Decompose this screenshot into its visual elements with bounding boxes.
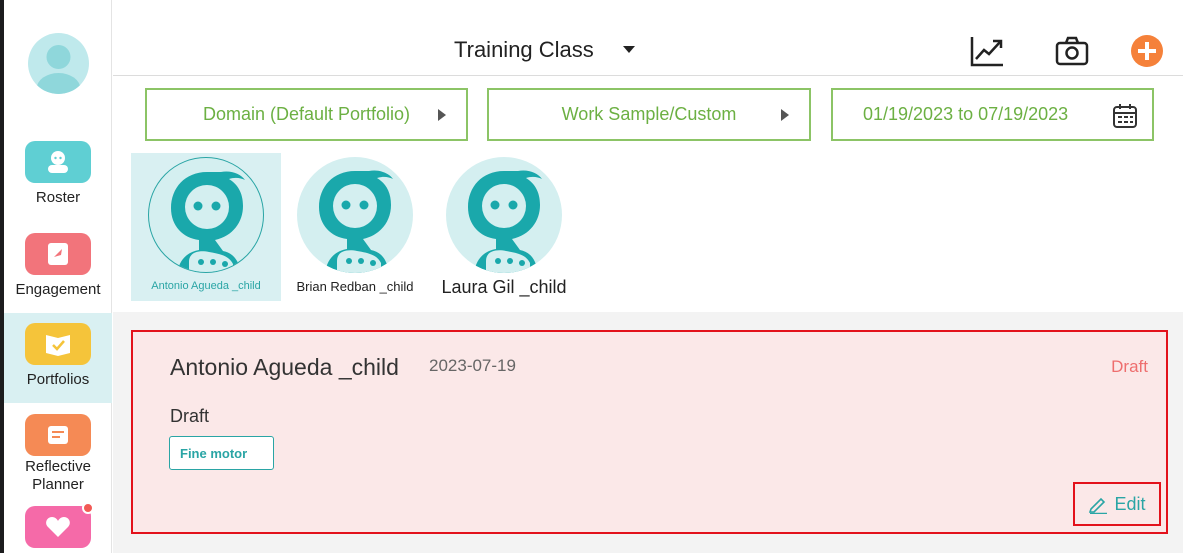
child-name: Antonio Agueda _child — [151, 280, 261, 292]
user-avatar[interactable] — [28, 33, 89, 94]
portfolios-icon — [25, 323, 91, 365]
chart-icon[interactable] — [969, 33, 1005, 69]
child-card-antonio[interactable]: Antonio Agueda _child — [131, 153, 281, 301]
child-card-laura[interactable]: Laura Gil _child — [429, 153, 579, 301]
top-bar: Training Class — [113, 0, 1183, 76]
child-card-brian[interactable]: Brian Redban _child — [280, 153, 430, 301]
child-avatar-icon — [297, 157, 413, 273]
avatar-icon — [36, 45, 81, 94]
child-name: Laura Gil _child — [441, 277, 567, 297]
type-filter[interactable]: Work Sample/Custom — [487, 88, 811, 141]
sidebar-item-label: Roster — [35, 189, 81, 206]
engagement-icon — [25, 233, 91, 275]
planner-icon — [25, 414, 91, 456]
chevron-right-icon — [781, 109, 789, 121]
edit-label: Edit — [1114, 493, 1146, 514]
class-title[interactable]: Training Class — [454, 37, 594, 63]
edit-button[interactable]: Edit — [1073, 482, 1161, 526]
sidebar: Roster Engagement Portfolios Reflective … — [4, 0, 112, 553]
calendar-icon — [1113, 104, 1137, 128]
sidebar-item-portfolios[interactable]: Portfolios — [4, 313, 112, 403]
child-name: Brian Redban _child — [296, 279, 414, 294]
camera-icon[interactable] — [1054, 33, 1090, 69]
date-range-filter[interactable]: 01/19/2023 to 07/19/2023 — [831, 88, 1154, 141]
date-range-label: 01/19/2023 to 07/19/2023 — [863, 104, 1069, 124]
domain-tag: Fine motor — [169, 436, 274, 470]
entry-date: 2023-07-19 — [429, 356, 516, 375]
pencil-icon — [1089, 497, 1108, 514]
sidebar-item-label: Engagement — [15, 281, 101, 298]
add-icon[interactable] — [1129, 33, 1165, 69]
sidebar-item-heart[interactable] — [4, 502, 112, 548]
sidebar-item-label: Portfolios — [26, 371, 90, 388]
domain-filter[interactable]: Domain (Default Portfolio) — [145, 88, 468, 141]
chevron-right-icon — [438, 109, 446, 121]
type-filter-label: Work Sample/Custom — [561, 104, 737, 124]
sidebar-item-roster[interactable]: Roster — [4, 141, 112, 207]
domain-filter-label: Domain (Default Portfolio) — [202, 104, 411, 124]
child-avatar-icon — [446, 157, 562, 273]
child-avatar-icon — [148, 157, 264, 273]
chevron-down-icon[interactable] — [623, 46, 635, 53]
sidebar-item-reflective-planner[interactable]: Reflective Planner — [4, 414, 112, 494]
sidebar-item-engagement[interactable]: Engagement — [4, 233, 112, 299]
sidebar-item-label: Reflective Planner — [25, 458, 91, 493]
entry-status-badge: Draft — [1111, 357, 1148, 376]
entry-text: Draft — [170, 406, 210, 426]
roster-icon — [25, 141, 91, 183]
entry-child-name: Antonio Agueda _child — [170, 354, 399, 380]
portfolio-entry-card[interactable]: Antonio Agueda _child 2023-07-19 Draft D… — [131, 330, 1168, 534]
notification-dot — [82, 502, 94, 514]
heart-icon — [25, 502, 94, 548]
main-content: Training Class Domain (Default Portfolio… — [113, 0, 1183, 553]
